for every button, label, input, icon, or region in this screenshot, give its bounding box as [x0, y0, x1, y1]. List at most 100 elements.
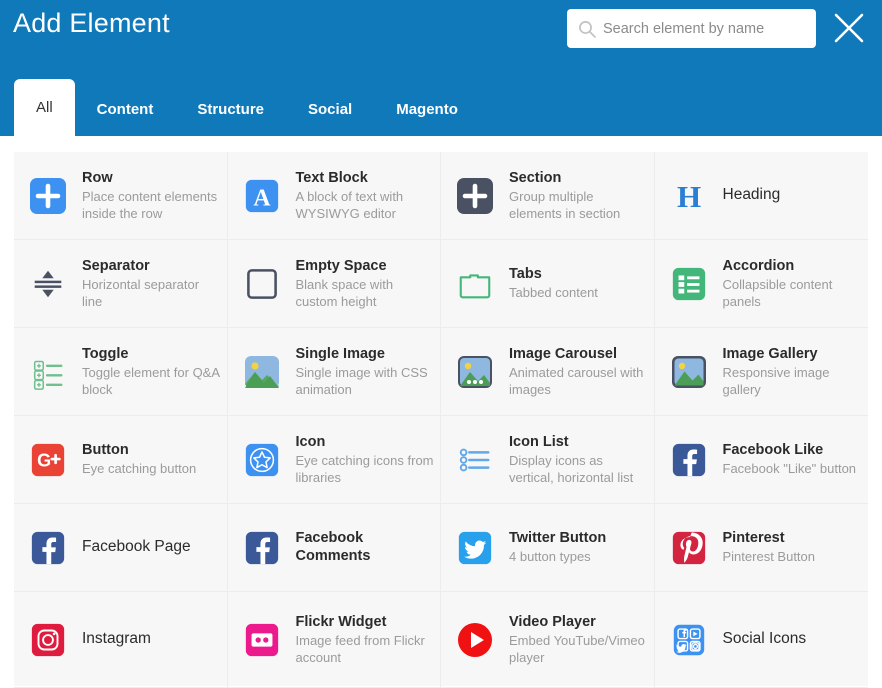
element-description: Tabbed content — [509, 285, 598, 301]
element-title: Pinterest — [722, 530, 785, 547]
element-card-single-image[interactable]: Single Image Single image with CSS anima… — [227, 328, 441, 416]
flickr-icon — [240, 618, 284, 662]
element-description: 4 button types — [509, 549, 591, 565]
element-description: Responsive image gallery — [722, 364, 830, 398]
search-icon — [577, 19, 597, 39]
element-description: Horizontal separator line — [82, 276, 200, 310]
element-card-instagram[interactable]: Instagram — [14, 592, 228, 688]
element-title: Section — [509, 169, 562, 186]
element-title: Flickr Widget — [295, 613, 387, 630]
tab-all[interactable]: All — [14, 79, 75, 136]
element-card-pinterest[interactable]: Pinterest Pinterest Button — [654, 504, 868, 592]
element-description: Eye catching icons from libraries — [295, 452, 434, 486]
element-grid: Row Place content elements inside the ro… — [14, 152, 868, 688]
element-card-facebook-comments[interactable]: Facebook Comments — [227, 504, 441, 592]
close-icon[interactable] — [832, 11, 866, 45]
element-card-text-block[interactable]: A Text Block A block of text with WYSIWY… — [227, 152, 441, 240]
search-box[interactable] — [567, 9, 816, 48]
element-title: Facebook Like — [722, 442, 824, 459]
element-card-flickr-widget[interactable]: Flickr Widget Image feed from Flickr acc… — [227, 592, 441, 688]
youtube-play-icon — [453, 618, 497, 662]
element-description: Collapsible content panels — [722, 276, 833, 310]
element-card-facebook-like[interactable]: Facebook Like Facebook "Like" button — [654, 416, 868, 504]
element-grid-container: Row Place content elements inside the ro… — [14, 152, 868, 688]
twitter-icon — [453, 526, 497, 570]
tab-social[interactable]: Social — [286, 84, 374, 136]
element-title: Icon List — [509, 433, 569, 450]
svg-text:G: G — [37, 450, 51, 470]
separator-arrows-icon — [26, 262, 70, 306]
element-card-image-gallery[interactable]: Image Gallery Responsive image gallery — [654, 328, 868, 416]
facebook-icon — [667, 438, 711, 482]
empty-square-outline-icon — [240, 262, 284, 306]
element-description: Toggle element for Q&A block — [82, 364, 220, 398]
element-title: Image Carousel — [509, 345, 617, 362]
tab-content[interactable]: Content — [75, 84, 176, 136]
star-circle-blue-icon — [240, 438, 284, 482]
element-title: Heading — [722, 186, 781, 204]
page-title: Add Element — [13, 8, 170, 38]
element-title: Row — [82, 169, 113, 186]
letter-a-blue-icon: A — [240, 174, 284, 218]
element-card-heading[interactable]: H Heading — [654, 152, 868, 240]
search-input[interactable] — [603, 20, 806, 37]
element-title: Social Icons — [722, 630, 807, 648]
tab-magento[interactable]: Magento — [374, 84, 480, 136]
element-description: Single image with CSS animation — [295, 364, 428, 398]
element-title: Separator — [82, 257, 150, 274]
element-description: Place content elements inside the row — [82, 188, 218, 222]
element-title: Video Player — [509, 613, 596, 630]
element-card-facebook-page[interactable]: Facebook Page — [14, 504, 228, 592]
element-title: Facebook Page — [82, 538, 191, 556]
google-plus-red-icon: G — [26, 438, 70, 482]
element-description: Facebook "Like" button — [722, 461, 857, 477]
element-title: Tabs — [509, 266, 542, 283]
social-grid-blue-icon — [667, 618, 711, 662]
element-description: Embed YouTube/Vimeo player — [509, 632, 645, 666]
element-card-button[interactable]: G Button Eye catching button — [14, 416, 228, 504]
list-square-green-icon — [667, 262, 711, 306]
instagram-icon — [26, 618, 70, 662]
svg-text:A: A — [253, 185, 270, 211]
element-card-row[interactable]: Row Place content elements inside the ro… — [14, 152, 228, 240]
element-description: Pinterest Button — [722, 549, 816, 565]
facebook-icon — [26, 526, 70, 570]
plus-square-blue-icon — [26, 174, 70, 218]
toggle-list-green-icon — [26, 350, 70, 394]
plus-square-dark-icon — [453, 174, 497, 218]
element-title: Instagram — [82, 630, 151, 648]
element-description: Group multiple elements in section — [509, 188, 621, 222]
element-title: Button — [82, 442, 129, 459]
tab-structure[interactable]: Structure — [175, 84, 286, 136]
pinterest-icon — [667, 526, 711, 570]
element-card-icon[interactable]: Icon Eye catching icons from libraries — [227, 416, 441, 504]
element-title: Single Image — [295, 345, 385, 362]
element-description: A block of text with WYSIWYG editor — [295, 188, 404, 222]
element-card-section[interactable]: Section Group multiple elements in secti… — [441, 152, 655, 240]
element-card-video-player[interactable]: Video Player Embed YouTube/Vimeo player — [441, 592, 655, 688]
element-description: Animated carousel with images — [509, 364, 644, 398]
element-description: Image feed from Flickr account — [295, 632, 425, 666]
svg-text:H: H — [676, 179, 700, 214]
element-card-image-carousel[interactable]: Image Carousel Animated carousel with im… — [441, 328, 655, 416]
element-title: Twitter Button — [509, 530, 607, 547]
element-title: Text Block — [295, 169, 368, 186]
photo-icon — [240, 350, 284, 394]
element-card-separator[interactable]: Separator Horizontal separator line — [14, 240, 228, 328]
element-card-empty-space[interactable]: Empty Space Blank space with custom heig… — [227, 240, 441, 328]
folder-tabs-green-icon — [453, 262, 497, 306]
tab-bar: All Content Structure Social Magento — [14, 79, 480, 136]
element-card-accordion[interactable]: Accordion Collapsible content panels — [654, 240, 868, 328]
dialog-header: Add Element All Content Structure Social… — [0, 0, 882, 136]
element-card-tabs[interactable]: Tabs Tabbed content — [441, 240, 655, 328]
element-description: Display icons as vertical, horizontal li… — [509, 452, 634, 486]
element-card-twitter-button[interactable]: Twitter Button 4 button types — [441, 504, 655, 592]
facebook-icon — [240, 526, 284, 570]
element-title: Toggle — [82, 345, 129, 362]
element-card-toggle[interactable]: Toggle Toggle element for Q&A block — [14, 328, 228, 416]
element-card-social-icons[interactable]: Social Icons — [654, 592, 868, 688]
element-title: Facebook Comments — [295, 529, 371, 564]
photo-gallery-icon — [667, 350, 711, 394]
element-card-icon-list[interactable]: Icon List Display icons as vertical, hor… — [441, 416, 655, 504]
element-description: Blank space with custom height — [295, 276, 394, 310]
